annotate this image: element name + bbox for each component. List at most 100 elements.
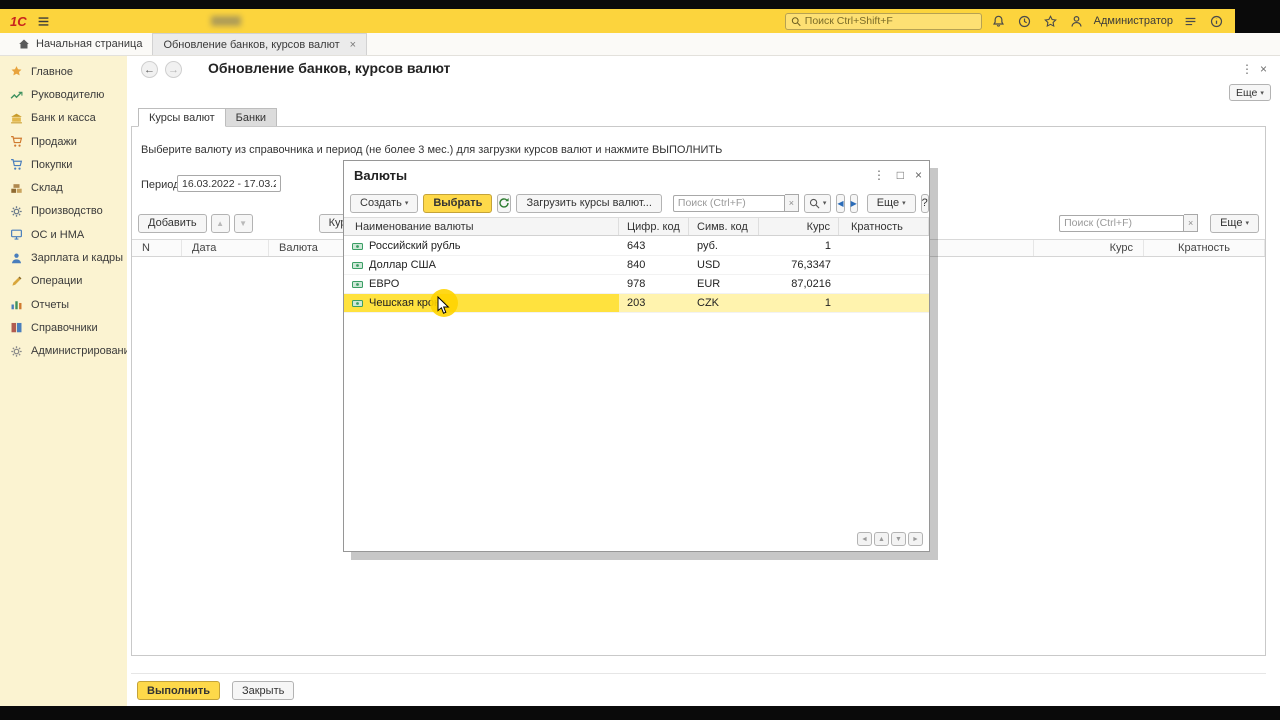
go-last-button[interactable]: ► [908,532,923,546]
sidebar-item-operations[interactable]: Операции [0,270,127,293]
sidebar-item-bank-cash[interactable]: Банк и касса [0,107,127,130]
dialog-toolbar: Создать ▾ Выбрать Загрузить курсы валют.… [350,191,929,215]
move-up-button[interactable]: ▲ [210,213,230,233]
tab-banks[interactable]: Банки [225,108,278,127]
main-menu-burger-icon[interactable] [35,12,53,30]
history-clock-icon[interactable] [1016,12,1034,30]
caret-down-icon: ▾ [1260,89,1264,97]
bar-chart-icon [11,301,22,310]
sidebar-item-reports[interactable]: Отчеты [0,293,127,316]
user-icon[interactable] [1068,12,1086,30]
add-button[interactable]: Добавить [138,213,207,233]
dialog-maximize-icon[interactable]: □ [897,168,904,182]
create-button[interactable]: Создать ▾ [350,193,419,213]
sidebar-item-catalogs[interactable]: Справочники [0,316,127,339]
notifications-bell-icon[interactable] [990,12,1008,30]
monitor-icon [11,229,22,240]
go-up-button[interactable]: ▲ [874,532,889,546]
tab-close-icon[interactable]: × [350,39,356,51]
col-mult[interactable]: Кратность [1144,240,1265,256]
tab-bank-currency-update[interactable]: Обновление банков, курсов валют × [152,33,368,55]
current-user-name[interactable]: Администратор [1094,15,1173,27]
table-row-rub[interactable]: Российский рубль 643 руб. 1 [344,237,929,256]
move-down-button[interactable]: ▼ [233,213,253,233]
col-currency-name[interactable]: Наименование валюты [344,218,619,235]
currency-icon [352,242,363,250]
dialog-search-input[interactable] [672,194,785,212]
cart-icon [11,159,23,171]
period-input[interactable] [177,175,281,192]
col-sym-code[interactable]: Симв. код [689,218,759,235]
table-row-eur[interactable]: ЕВРО 978 EUR 87,0216 [344,275,929,294]
rates-more-button[interactable]: Еще ▾ [1210,213,1259,233]
go-first-button[interactable]: ◄ [857,532,872,546]
gear-icon [11,206,22,217]
select-button[interactable]: Выбрать [423,193,493,213]
form-tabs: Курсы валют Банки [138,108,278,127]
tab-home[interactable]: Начальная страница [8,33,152,55]
col-date[interactable]: Дата [182,240,269,256]
clear-search-icon[interactable]: × [784,194,799,212]
clear-search-icon[interactable]: × [1184,214,1199,232]
sidebar-item-manager[interactable]: Руководителю [0,83,127,106]
sidebar-label: Главное [31,65,74,78]
sidebar-item-warehouse[interactable]: Склад [0,176,127,199]
global-search[interactable] [784,12,982,30]
currencies-table-header: Наименование валюты Цифр. код Симв. код … [344,217,929,236]
rate: 1 [759,294,839,312]
global-search-input[interactable] [804,15,976,27]
currency-name: Доллар США [369,259,436,271]
list-navigation: ◄ ▲ ▼ ► [857,532,923,546]
advanced-search-button[interactable]: ▾ [803,193,832,213]
sidebar-label: Справочники [31,321,98,334]
refresh-button[interactable] [497,193,512,213]
form-close-icon[interactable]: × [1260,62,1267,76]
form-command-bar: Выполнить Закрыть [137,681,295,700]
form-separator [131,673,1266,674]
screen: 1С Администратор [0,0,1280,720]
execute-button[interactable]: Выполнить [137,681,220,700]
sidebar-item-administration[interactable]: Администрирование [0,340,136,363]
instruction-text: Выберите валюту из справочника и период … [141,144,723,156]
form-more-button[interactable]: Еще ▾ [1229,84,1271,101]
dialog-kebab-menu-icon[interactable]: ⋮ [873,168,885,182]
currency-icon [352,299,363,307]
star-icon [11,66,22,76]
load-rates-button[interactable]: Загрузить курсы валют... [516,193,662,213]
col-n[interactable]: N [132,240,182,256]
info-icon[interactable] [1207,12,1225,30]
rates-search-input[interactable] [1059,214,1185,232]
prev-item-button[interactable]: ◀ [836,193,845,213]
sidebar-item-main[interactable]: Главное [0,60,127,83]
forward-button[interactable]: → [165,61,182,78]
col-rate[interactable]: Курс [1034,240,1144,256]
letterbox-top [0,0,1280,9]
col-rate[interactable]: Курс [759,218,839,235]
close-button[interactable]: Закрыть [231,681,295,700]
sidebar-item-fixed-assets[interactable]: ОС и НМА [0,223,127,246]
favorites-star-icon[interactable] [1042,12,1060,30]
tab-currency-rates[interactable]: Курсы валют [138,108,226,127]
rates-search: × [1059,214,1199,232]
sidebar-item-production[interactable]: Производство [0,200,127,223]
dialog-more-button[interactable]: Еще ▾ [866,193,916,213]
dialog-close-icon[interactable]: × [915,168,922,182]
sidebar-item-salary-hr[interactable]: Зарплата и кадры [0,246,127,269]
mult [839,237,929,255]
sidebar-label: Руководителю [31,88,105,101]
back-button[interactable]: ← [141,61,158,78]
sym-code: CZK [689,294,759,312]
go-down-button[interactable]: ▼ [891,532,906,546]
sidebar-item-sales[interactable]: Продажи [0,130,127,153]
sidebar-item-purchases[interactable]: Покупки [0,153,127,176]
table-row-usd[interactable]: Доллар США 840 USD 76,3347 [344,256,929,275]
col-mult[interactable]: Кратность [839,218,929,235]
open-windows-tabbar: Начальная страница Обновление банков, ку… [0,33,1280,56]
magnifier-icon [809,198,820,208]
form-kebab-menu-icon[interactable]: ⋮ [1241,62,1253,76]
col-num-code[interactable]: Цифр. код [619,218,689,235]
service-menu-icon[interactable] [1181,12,1199,30]
pencil-icon [12,276,22,286]
help-button[interactable]: ? [920,193,929,213]
next-item-button[interactable]: ▶ [849,193,858,213]
